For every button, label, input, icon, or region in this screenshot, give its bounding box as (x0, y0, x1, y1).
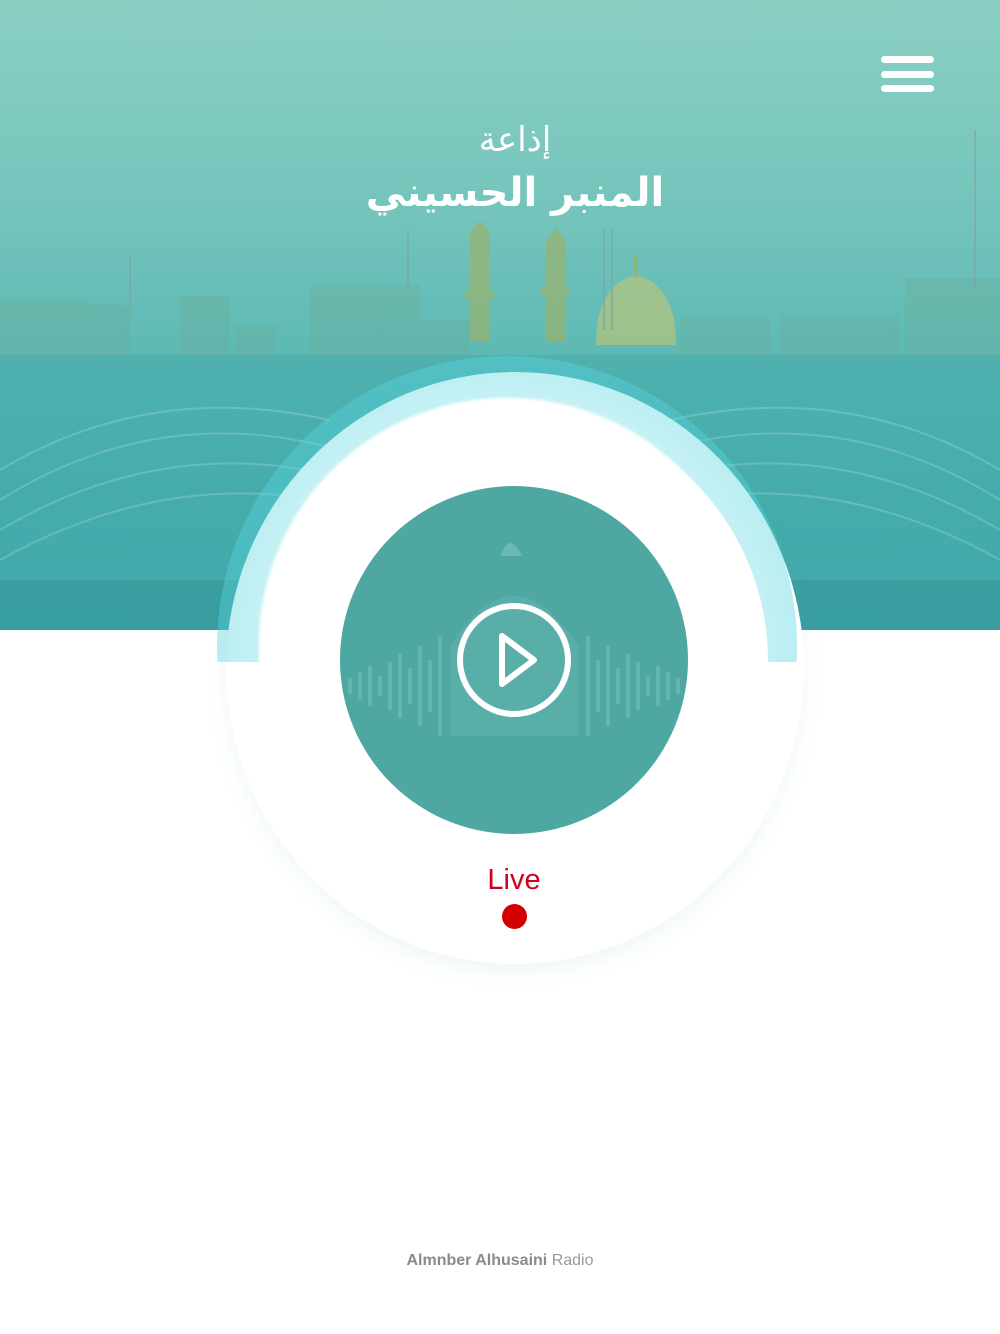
footer-brand: Almnber Alhusaini (406, 1252, 548, 1269)
live-indicator-dot (502, 904, 527, 929)
hamburger-menu-icon-bar (881, 85, 934, 92)
menu-button[interactable] (881, 56, 934, 92)
app-screen: إذاعة المنبر الحسيني Live Almnber Alhusa… (0, 0, 1000, 1334)
hamburger-menu-icon (881, 56, 934, 63)
live-status-label: Live (487, 864, 541, 896)
hamburger-menu-icon-bar (881, 70, 934, 78)
station-title-prefix: إذاعة (478, 120, 552, 160)
station-logo-watermark (348, 543, 680, 736)
footer-suffix: Radio (551, 1252, 594, 1269)
station-title: المنبر الحسيني (365, 170, 665, 216)
play-button[interactable] (340, 486, 688, 834)
footer-credit: Almnber Alhusaini Radio (0, 1252, 1000, 1270)
